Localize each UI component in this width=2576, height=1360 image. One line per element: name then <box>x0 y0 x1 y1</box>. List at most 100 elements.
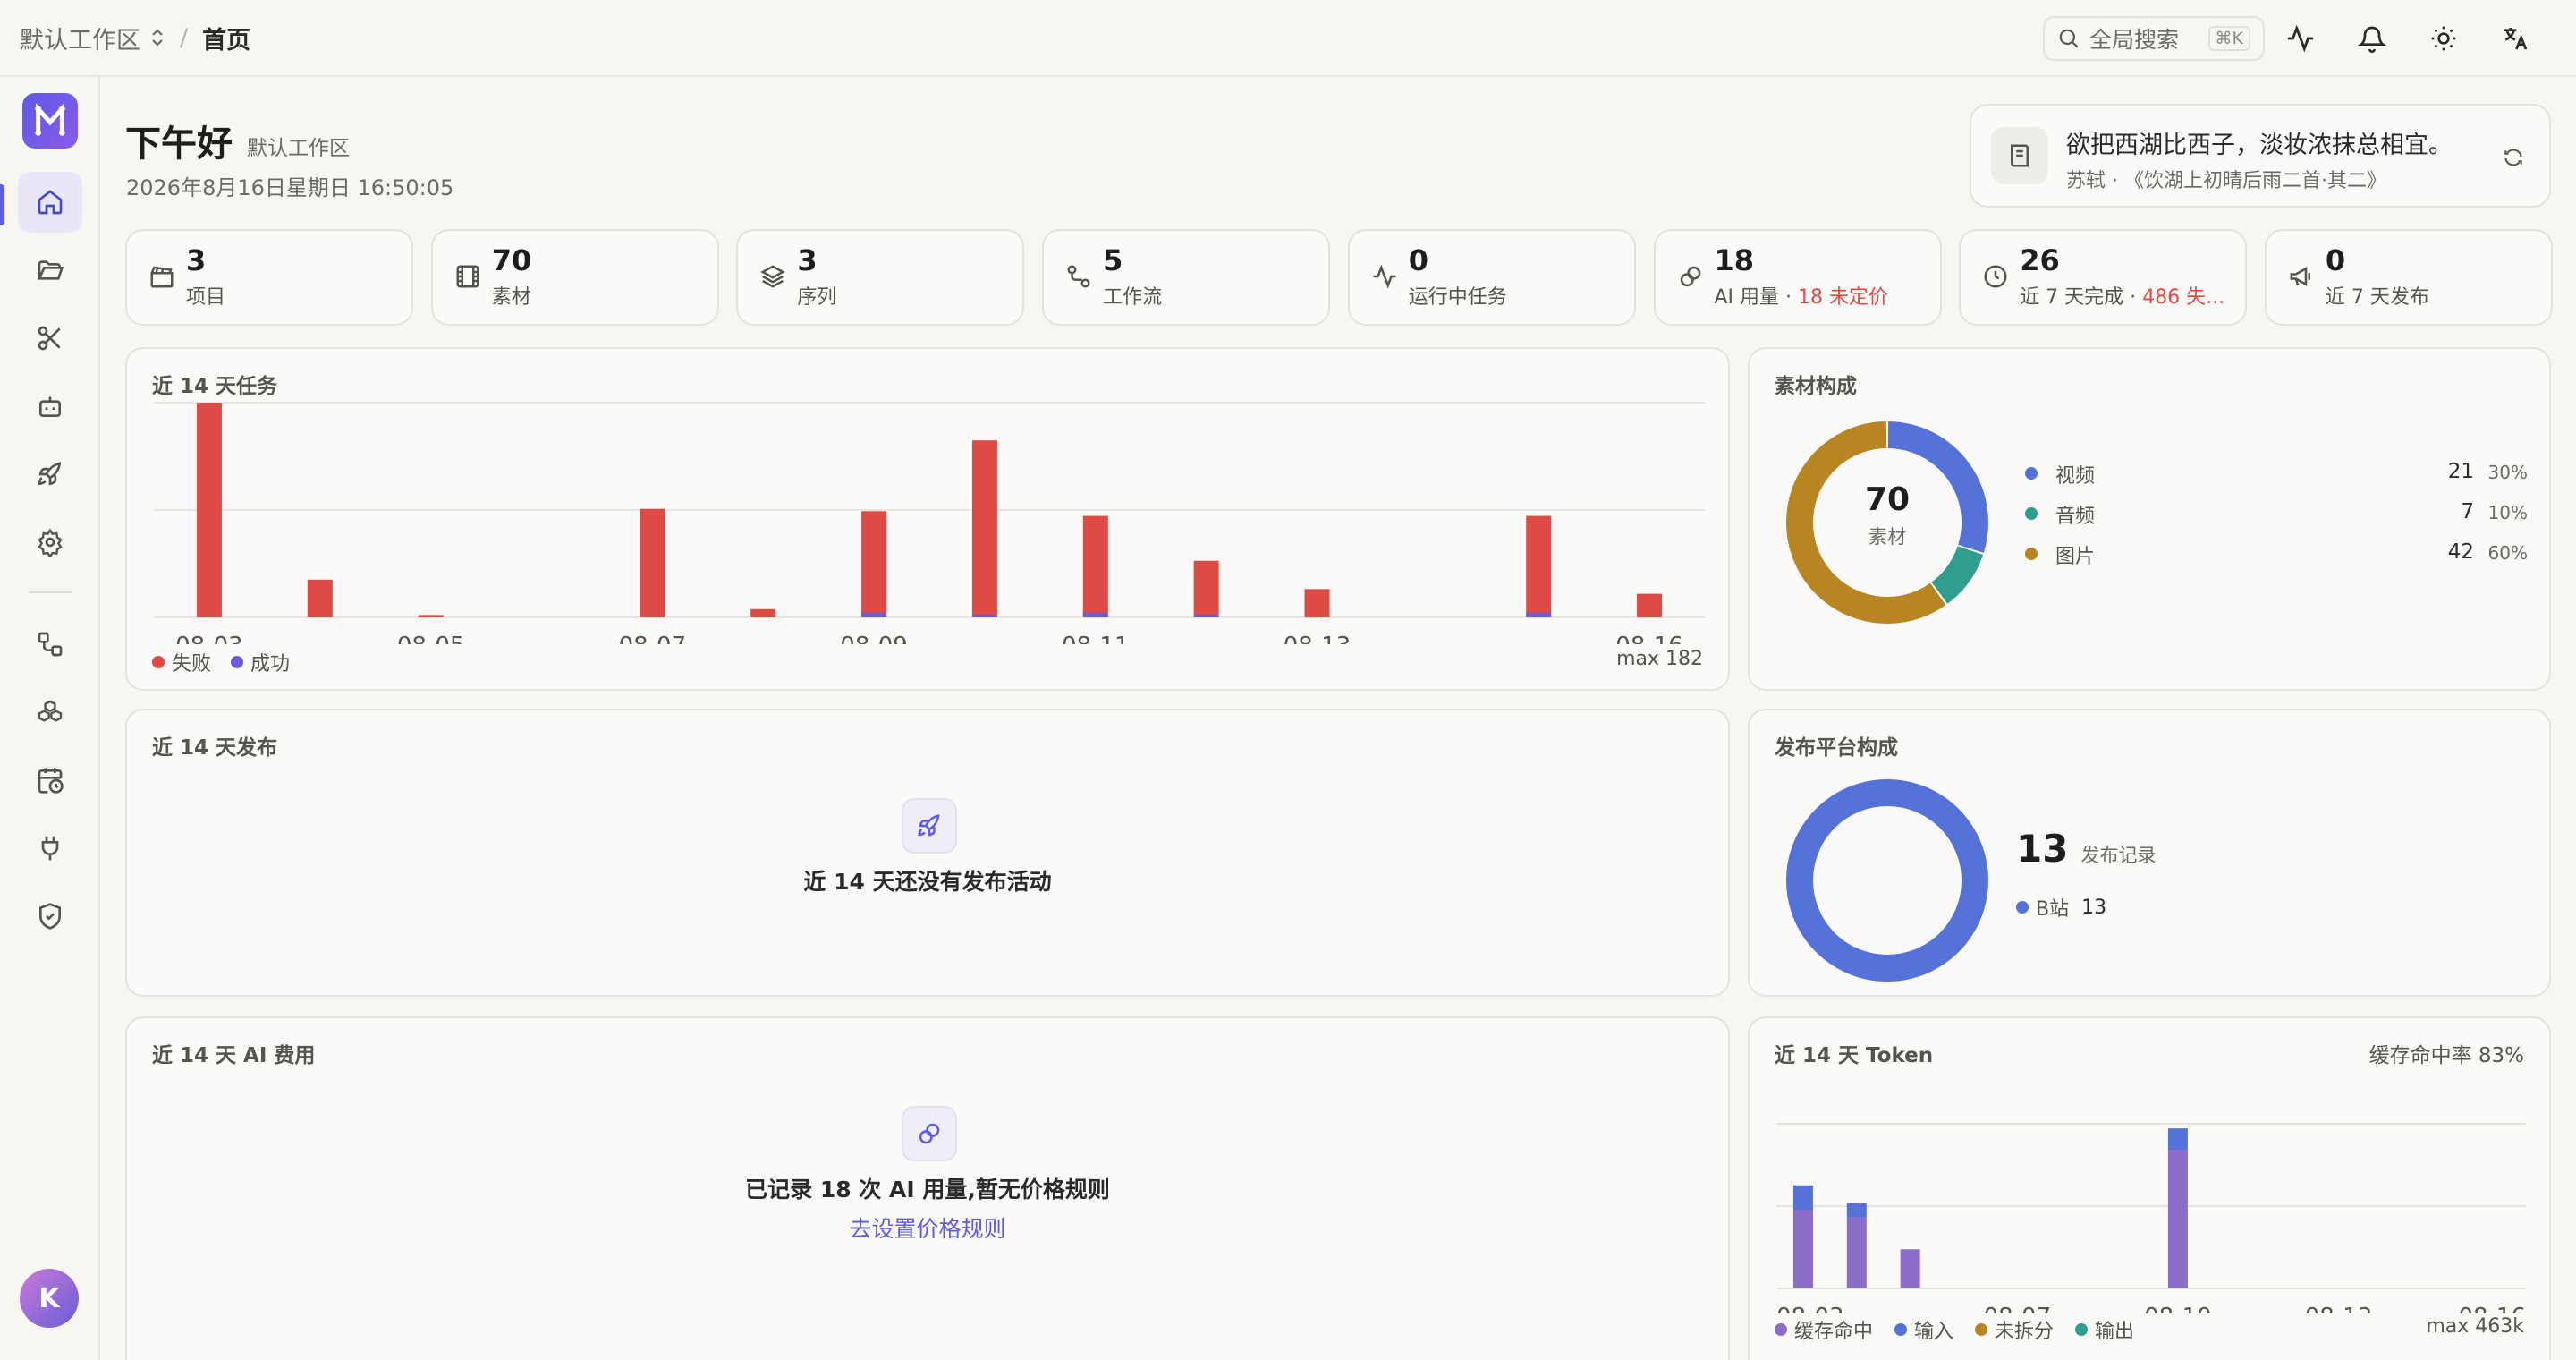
legend-dot <box>2025 507 2038 520</box>
token-legend-label: 输出 <box>2095 1321 2135 1343</box>
stat-label-text: AI 用量 · <box>1714 286 1799 309</box>
platform-total: 13 <box>2016 827 2069 871</box>
stat-card[interactable]: 26 近 7 天完成 · 486 失... <box>1959 229 2248 326</box>
sidebar-item-agents[interactable] <box>18 376 82 437</box>
active-nav-indicator <box>0 184 4 225</box>
workflow-icon <box>1065 263 1092 290</box>
bar-success <box>1082 612 1108 617</box>
stat-label-text: 序列 <box>797 286 837 309</box>
legend-dot-failed <box>152 656 165 668</box>
bar-failed <box>640 508 665 617</box>
x-tick-label: 08-09 <box>840 633 908 644</box>
stat-card[interactable]: 3 序列 <box>736 229 1025 326</box>
bar-success <box>971 615 997 617</box>
stat-label-text: 工作流 <box>1103 286 1163 309</box>
stat-label-warning: 486 失... <box>2142 286 2225 309</box>
set-pricing-link[interactable]: 去设置价格规则 <box>127 1211 1728 1244</box>
sidebar-item-publish[interactable] <box>18 444 82 505</box>
sidebar-item-schedule[interactable] <box>18 750 82 811</box>
app-logo[interactable] <box>22 93 78 149</box>
ai-cost-empty-text: 已记录 18 次 AI 用量,暂无价格规则 <box>745 1177 1110 1203</box>
tasks-chart: 08-03 08-05 08-07 08-09 08-11 08-13 08-16 <box>154 402 1705 644</box>
legend-dot <box>2025 467 2038 480</box>
legend-dot-bilibili <box>2016 901 2029 914</box>
publish-chart-card: 近 14 天发布 近 14 天还没有发布活动 <box>125 709 1730 997</box>
search-shortcut: ⌘K <box>2207 26 2250 51</box>
asset-type-name: 图片 <box>2055 546 2096 568</box>
sidebar-item-projects[interactable] <box>18 240 82 301</box>
stat-card[interactable]: 5 工作流 <box>1042 229 1331 326</box>
stat-card[interactable]: 0 运行中任务 <box>1347 229 1636 326</box>
chevron-updown-icon <box>152 29 163 47</box>
legend-dot <box>2075 1323 2089 1336</box>
stat-card[interactable]: 70 素材 <box>430 229 719 326</box>
asset-type-count: 21 <box>2447 460 2474 483</box>
layers-icon <box>759 263 786 290</box>
current-datetime: 2026年8月16日星期日 16:50:05 <box>126 175 454 200</box>
stat-label: 近 7 天发布 <box>2326 281 2429 310</box>
rocket-icon <box>902 798 957 854</box>
bar-success <box>1526 612 1552 617</box>
ai-link-icon <box>902 1106 957 1161</box>
stat-value: 3 <box>186 243 207 277</box>
sidebar-item-plugins[interactable] <box>18 818 82 879</box>
sidebar-item-workflows[interactable] <box>18 614 82 675</box>
bar-failed <box>307 579 333 617</box>
plug-icon <box>41 836 59 861</box>
token-legend-label: 输入 <box>1914 1321 1954 1343</box>
activity-button[interactable] <box>2265 16 2336 61</box>
asset-type-pct: 60% <box>2487 542 2528 564</box>
sidebar-item-models[interactable] <box>18 682 82 743</box>
assets-chart-title: 素材构成 <box>1775 375 1857 398</box>
notifications-button[interactable] <box>2336 16 2408 61</box>
global-search-button[interactable]: 全局搜索 ⌘K <box>2043 16 2265 61</box>
logo-icon <box>35 103 65 136</box>
token-legend: 缓存命中 输入 未拆分 输出 <box>1775 1315 2134 1344</box>
asset-type-name: 视频 <box>2055 465 2096 488</box>
refresh-quote-button[interactable] <box>2497 141 2529 174</box>
stat-card[interactable]: 0 近 7 天发布 <box>2264 229 2553 326</box>
sidebar-item-settings[interactable] <box>18 512 82 573</box>
ai-link-icon <box>1677 263 1704 290</box>
assets-total-label: 素材 <box>1868 526 1906 548</box>
x-tick-label: 08-07 <box>1984 1304 2052 1313</box>
language-button[interactable] <box>2479 16 2551 61</box>
x-tick-label: 08-16 <box>1615 633 1683 644</box>
clapperboard-icon <box>148 263 175 290</box>
stat-label-text: 近 7 天发布 <box>2325 286 2429 309</box>
token-chart-card: 近 14 天 Token 缓存命中率 83% 08-0308-0708-1008… <box>1748 1016 2551 1360</box>
stat-card[interactable]: 3 项目 <box>125 229 413 326</box>
tasks-chart-card: 近 14 天任务 08-0308-0508-0708-0908-1108-130… <box>125 347 1730 691</box>
workspace-switcher[interactable]: 默认工作区 <box>20 21 165 55</box>
sidebar-item-home[interactable] <box>18 172 82 233</box>
bar-cache-hit <box>1846 1217 1867 1288</box>
user-avatar[interactable]: K <box>20 1269 79 1328</box>
sidebar-item-security[interactable] <box>18 886 82 947</box>
bar-cache-hit <box>1792 1210 1813 1288</box>
stat-label: 序列 <box>797 281 836 310</box>
stat-value: 26 <box>2020 243 2060 277</box>
sidebar-item-editor[interactable] <box>18 308 82 369</box>
platform-count: 13 <box>2081 896 2107 919</box>
asset-type-count: 7 <box>2461 500 2474 523</box>
stat-label: 项目 <box>186 281 225 310</box>
asset-type-pct: 30% <box>2487 462 2528 483</box>
greeting-workspace: 默认工作区 <box>247 137 350 160</box>
film-icon <box>454 263 481 290</box>
stat-value: 70 <box>491 243 532 277</box>
bar-failed <box>196 403 222 617</box>
bot-icon <box>39 396 61 417</box>
x-tick-label: 08-03 <box>175 633 243 644</box>
assets-legend-item: 视频 21 30% <box>2025 460 2528 488</box>
platform-total-label: 发布记录 <box>2080 845 2157 866</box>
x-tick-label: 08-10 <box>2144 1304 2212 1313</box>
x-tick-label: 08-16 <box>2458 1304 2526 1313</box>
bell-icon <box>2358 26 2386 53</box>
stat-label-text: 素材 <box>491 286 531 309</box>
theme-toggle-button[interactable] <box>2408 16 2479 61</box>
stat-card[interactable]: 18 AI 用量 · 18 未定价 <box>1653 229 1942 326</box>
stat-value: 18 <box>1714 243 1755 277</box>
token-legend-label: 缓存命中 <box>1794 1321 1874 1343</box>
stat-value: 0 <box>1408 243 1429 277</box>
ai-cost-card: 近 14 天 AI 费用 已记录 18 次 AI 用量,暂无价格规则 去设置价格… <box>125 1016 1730 1360</box>
